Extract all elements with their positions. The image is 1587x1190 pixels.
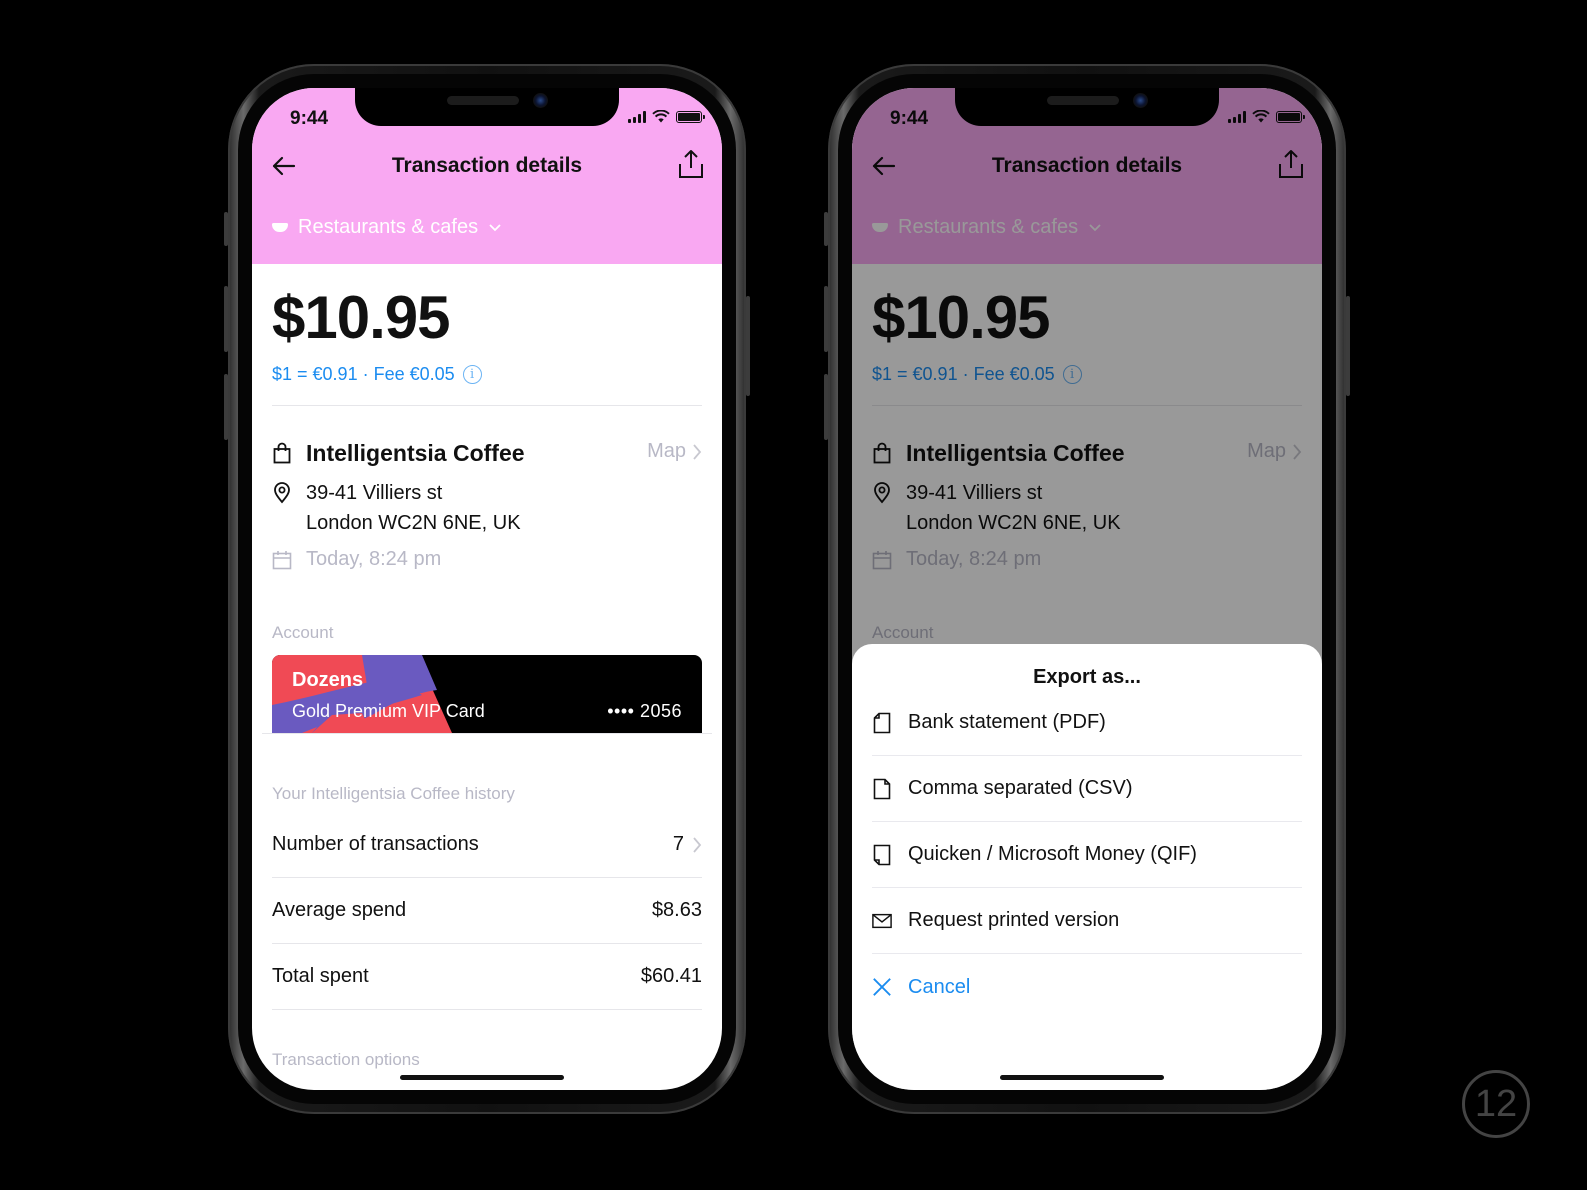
row-value: $8.63 (651, 899, 702, 921)
map-label: Map (647, 440, 686, 462)
screen-transaction-details: 9:44 Transaction details Restaurants & c… (252, 88, 722, 1090)
option-label: Bank statement (PDF) (908, 711, 1106, 733)
front-camera (1133, 93, 1148, 108)
history-row-transactions[interactable]: Number of transactions 7 (272, 812, 702, 878)
notch (955, 88, 1219, 126)
chevron-right-icon (693, 443, 702, 460)
option-label: Quicken / Microsoft Money (QIF) (908, 843, 1197, 865)
export-option-pdf[interactable]: Bank statement (PDF) (872, 690, 1302, 756)
address-line-1: 39-41 Villiers st (306, 482, 443, 504)
chevron-down-icon (489, 223, 501, 231)
transaction-content: $10.95 $1 = €0.91 · Fee €0.05 i Intellig… (262, 264, 712, 1070)
qif-document-icon (872, 844, 892, 866)
close-icon (872, 976, 892, 998)
category-label: Restaurants & cafes (298, 216, 479, 238)
divider (262, 733, 712, 734)
export-option-csv[interactable]: Comma separated (CSV) (872, 756, 1302, 822)
volume-up-button (224, 286, 228, 352)
pdf-document-icon (872, 712, 892, 734)
export-option-print[interactable]: Request printed version (872, 888, 1302, 954)
transaction-amount: $10.95 (272, 284, 451, 351)
export-sheet-title: Export as... (1033, 666, 1141, 688)
volume-up-button (824, 286, 828, 352)
history-row-average: Average spend $8.63 (272, 878, 702, 944)
home-indicator[interactable] (400, 1075, 564, 1080)
fx-info: $1 = €0.91 · Fee €0.05 i (272, 364, 702, 385)
phone-frame-right: 9:44 Transaction details Restaurants & c… (824, 64, 1350, 1114)
cancel-label: Cancel (908, 975, 971, 998)
wifi-icon (652, 110, 670, 123)
row-value: 7 (672, 833, 684, 855)
signal-icon (628, 110, 646, 123)
power-button (1346, 296, 1350, 396)
page-title: Transaction details (391, 154, 583, 177)
transaction-date: Today, 8:24 pm (306, 548, 442, 570)
status-icons (628, 110, 705, 123)
info-icon[interactable]: i (462, 365, 482, 384)
bowl-icon (272, 223, 288, 232)
account-card[interactable]: Dozens Gold Premium VIP Card •••• 2056 (272, 655, 702, 733)
row-label: Number of transactions (272, 833, 479, 855)
front-camera (533, 93, 548, 108)
share-icon[interactable] (676, 148, 706, 180)
volume-down-button (824, 374, 828, 440)
export-option-qif[interactable]: Quicken / Microsoft Money (QIF) (872, 822, 1302, 888)
card-name: Dozens (292, 669, 364, 691)
history-label: Your Intelligentsia Coffee history (272, 784, 515, 803)
date-row: Today, 8:24 pm (272, 548, 702, 571)
option-label: Request printed version (908, 909, 1120, 931)
home-indicator[interactable] (1000, 1075, 1164, 1080)
csv-document-icon (872, 778, 892, 800)
row-value: $60.41 (640, 965, 702, 987)
row-label: Average spend (272, 899, 407, 921)
row-label: Total spent (272, 965, 369, 987)
mute-switch (824, 212, 828, 246)
export-sheet: Export as... Bank statement (PDF) Comma … (852, 644, 1322, 1090)
merchant-name: Intelligentsia Coffee (306, 439, 525, 466)
account-label: Account (272, 623, 334, 642)
map-link[interactable]: Map (647, 440, 702, 463)
notch (355, 88, 619, 126)
battery-icon (676, 110, 705, 123)
page-number-badge: 12 (1462, 1070, 1530, 1138)
transaction-options-label: Transaction options (272, 1050, 420, 1069)
cancel-button[interactable]: Cancel (872, 954, 1302, 1020)
calendar-icon (272, 549, 292, 571)
address: 39-41 Villiers st London WC2N 6NE, UK (272, 478, 702, 538)
phone-frame-left: 9:44 Transaction details Restaurants & c… (224, 64, 750, 1114)
status-time: 9:44 (290, 108, 329, 129)
nav-bar: Transaction details (252, 146, 722, 186)
chevron-right-icon (693, 836, 702, 853)
category-selector[interactable]: Restaurants & cafes (272, 216, 502, 239)
screen-export-sheet: 9:44 Transaction details Restaurants & c… (852, 88, 1322, 1090)
location-pin-icon (272, 482, 292, 504)
card-number: •••• 2056 (607, 701, 682, 721)
volume-down-button (224, 374, 228, 440)
shopping-bag-icon (272, 442, 292, 464)
power-button (746, 296, 750, 396)
merchant-row: Intelligentsia Coffee Map (272, 438, 702, 468)
mute-switch (224, 212, 228, 246)
fx-rate-text: $1 = €0.91 · Fee €0.05 (272, 364, 455, 384)
envelope-icon (872, 910, 892, 932)
history-row-total: Total spent $60.41 (272, 944, 702, 1010)
address-line-2: London WC2N 6NE, UK (306, 512, 521, 534)
card-type: Gold Premium VIP Card (292, 701, 485, 721)
divider (272, 405, 702, 406)
option-label: Comma separated (CSV) (908, 777, 1133, 799)
